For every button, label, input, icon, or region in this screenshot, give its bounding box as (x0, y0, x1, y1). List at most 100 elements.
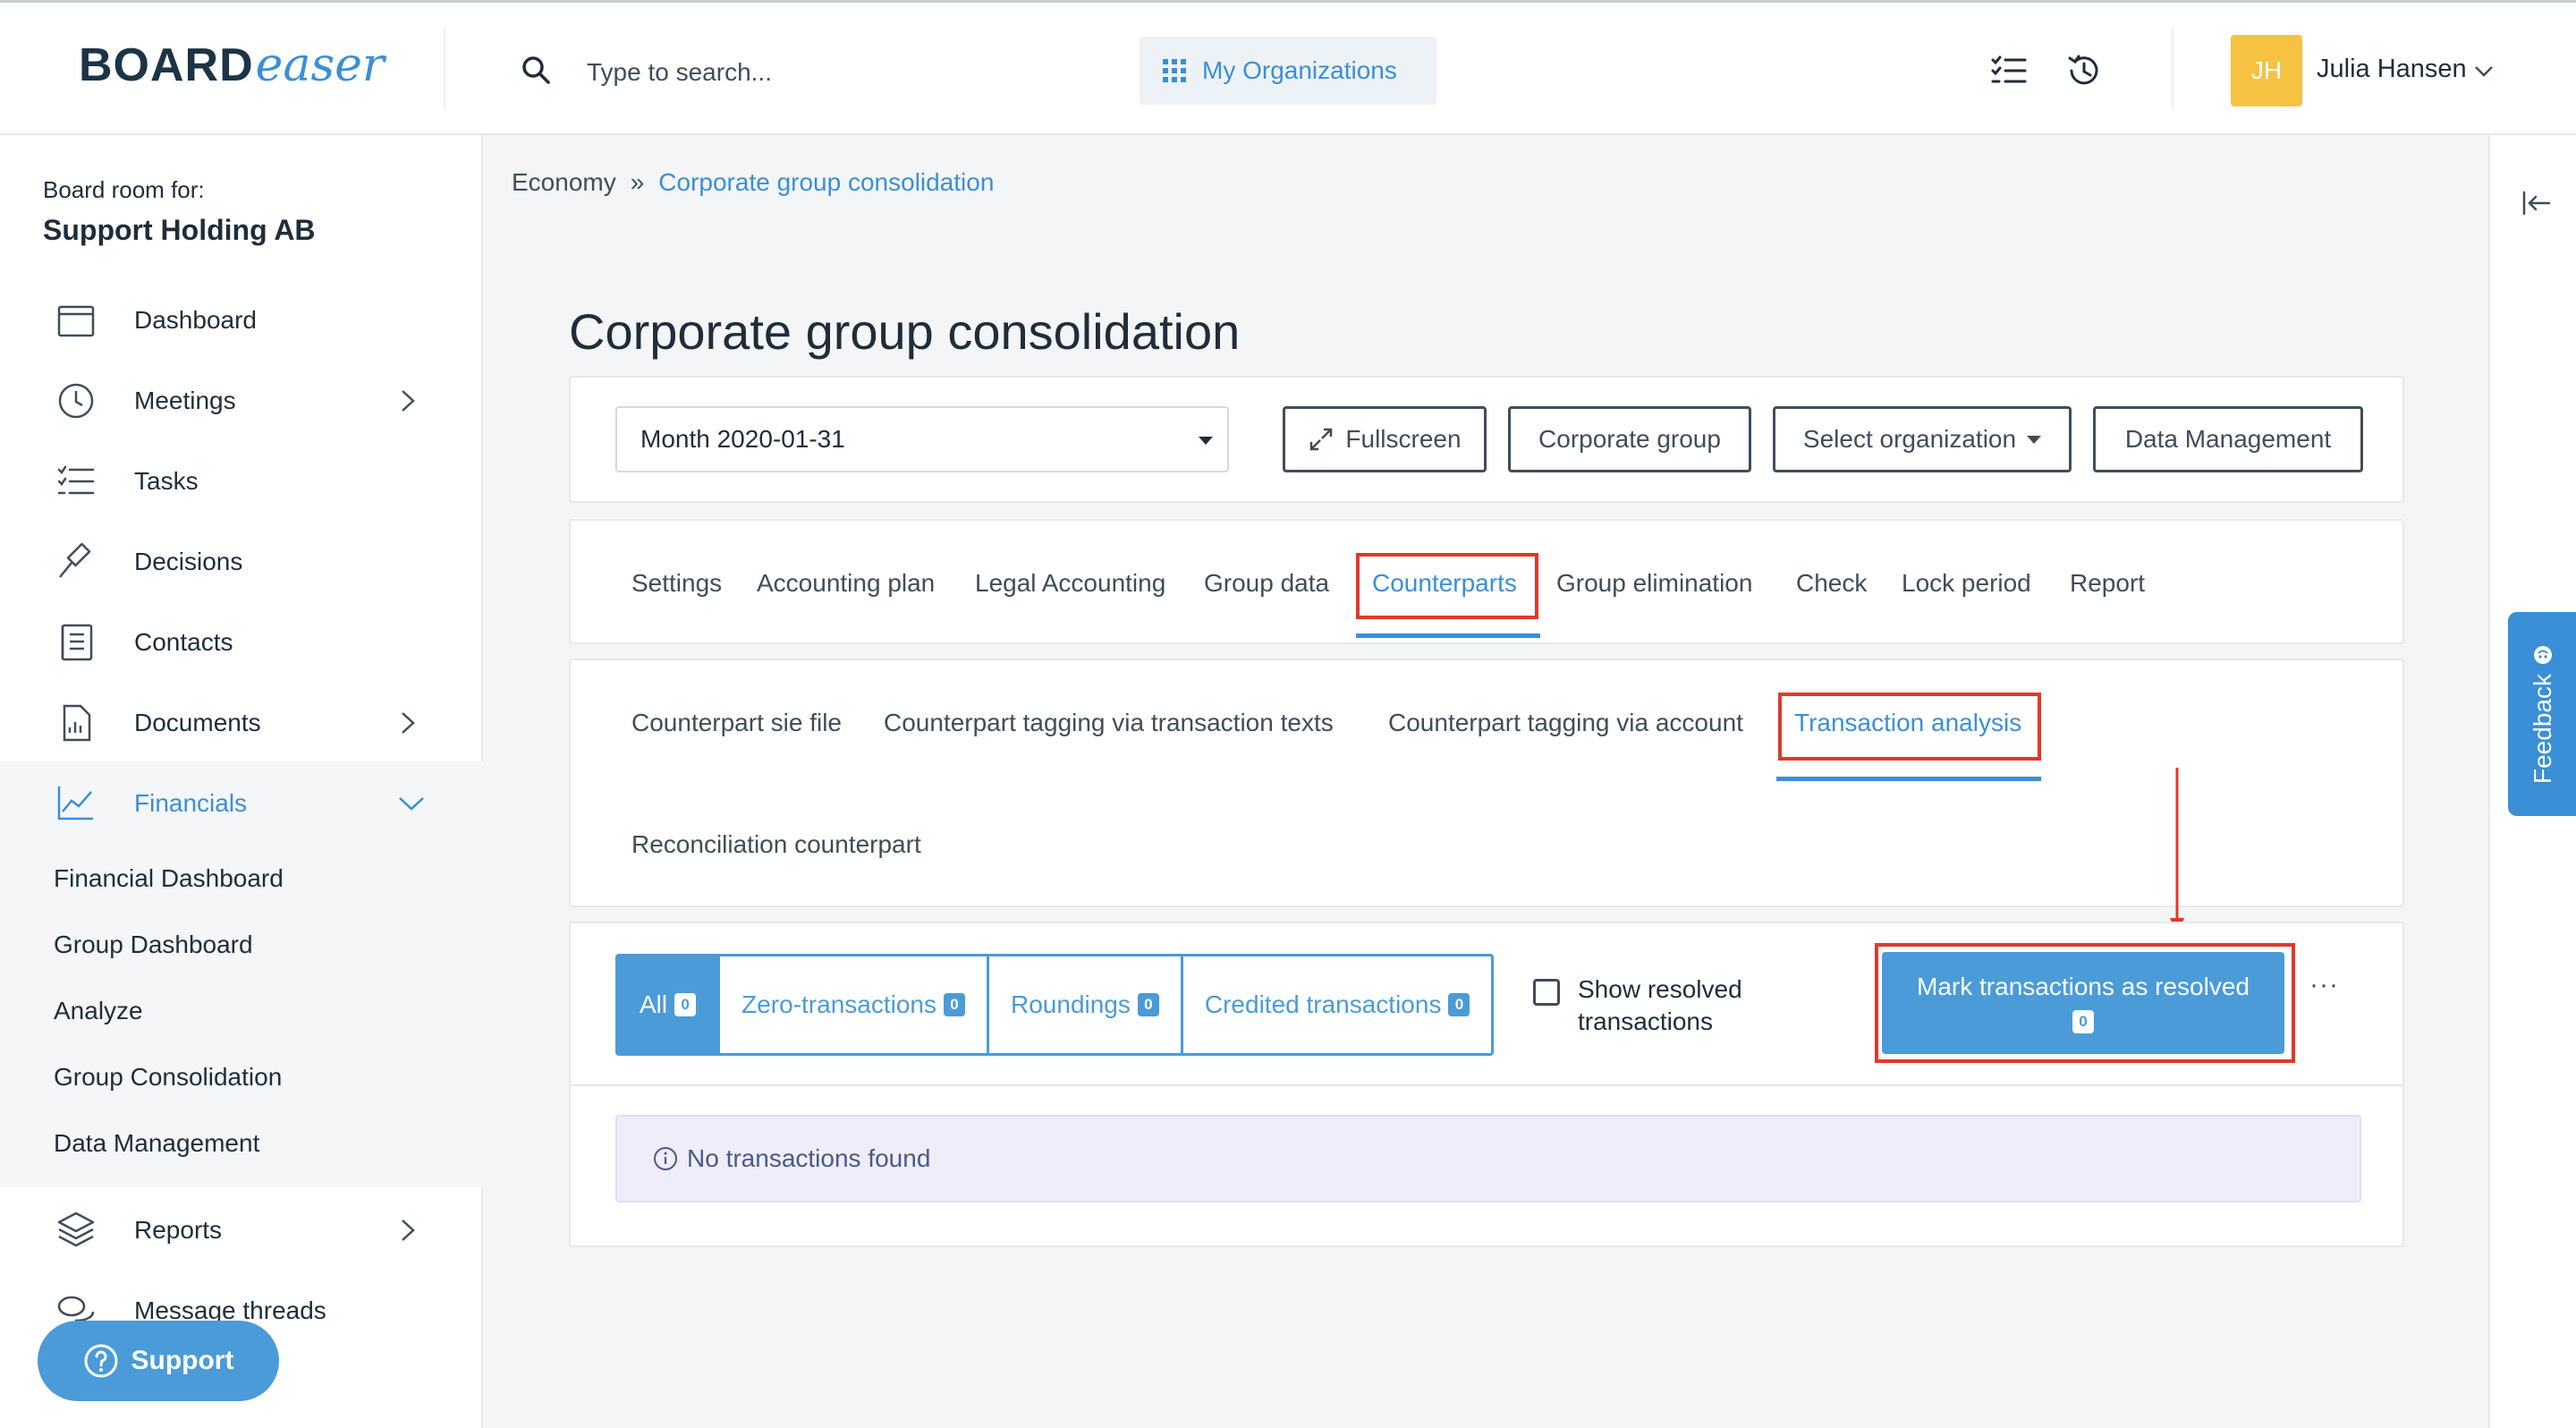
chevron-right-icon[interactable] (397, 710, 419, 736)
tab-lock-period[interactable]: Lock period (1902, 569, 2031, 598)
empty-state-message: No transactions found (687, 1144, 931, 1172)
subtab-counterpart-sie-file[interactable]: Counterpart sie file (631, 709, 842, 737)
sidebar-item-label: Tasks (134, 467, 199, 495)
tab-settings[interactable]: Settings (631, 569, 722, 598)
tab-report[interactable]: Report (2070, 569, 2145, 598)
subtab-tagging-via-texts[interactable]: Counterpart tagging via transaction text… (884, 709, 1334, 737)
user-name[interactable]: Julia Hansen (2317, 55, 2467, 84)
sidebar-item-label: Meetings (134, 387, 236, 414)
toolbar-card: Month 2020-01-31 Fullscreen Corporate gr… (569, 376, 2404, 503)
chevron-down-icon[interactable] (397, 795, 426, 812)
calendar-icon (57, 305, 95, 337)
history-icon[interactable] (2063, 49, 2106, 92)
sidebar-item-label: Financials (134, 789, 248, 817)
breadcrumb-separator: » (630, 168, 645, 196)
filter-label: Roundings (1011, 990, 1131, 1018)
data-management-button[interactable]: Data Management (2093, 406, 2363, 472)
filter-zero-transactions[interactable]: Zero-transactions 0 (720, 956, 989, 1053)
mark-resolved-button[interactable]: Mark transactions as resolved 0 (1882, 952, 2284, 1054)
count-badge: 0 (944, 993, 965, 1016)
search-input[interactable] (587, 47, 1088, 98)
filter-label: Credited transactions (1204, 990, 1442, 1018)
avatar[interactable]: JH (2231, 35, 2302, 106)
boardeaser-logo[interactable]: BOARD easer (79, 38, 385, 101)
submenu-group-consolidation[interactable]: Group Consolidation (54, 1063, 282, 1092)
select-organization-button[interactable]: Select organization (1773, 406, 2072, 472)
tab-group-data[interactable]: Group data (1204, 569, 1329, 598)
feedback-tab[interactable]: Feedback (2508, 612, 2576, 816)
filter-label: All (640, 990, 668, 1018)
sidebar-item-label: Contacts (134, 628, 233, 656)
count-badge: 0 (674, 993, 697, 1016)
breadcrumb: Economy » Corporate group consolidation (512, 168, 994, 197)
fullscreen-button[interactable]: Fullscreen (1283, 406, 1487, 472)
sidebar-item-reports[interactable]: Reports (0, 1190, 483, 1271)
subtab-reconciliation-counterpart[interactable]: Reconciliation counterpart (631, 830, 921, 859)
filter-all[interactable]: All 0 (618, 956, 721, 1053)
chevron-right-icon[interactable] (397, 1217, 419, 1244)
collapse-panel-icon[interactable] (2521, 187, 2553, 219)
breadcrumb-economy[interactable]: Economy (512, 168, 616, 197)
board-room-caption: Board room for: (43, 176, 205, 203)
feedback-text: Feedback (2529, 639, 2556, 789)
tab-legal-accounting[interactable]: Legal Accounting (975, 569, 1165, 598)
subtab-tagging-via-account[interactable]: Counterpart tagging via account (1388, 709, 1743, 737)
gavel-icon (59, 542, 91, 578)
sidebar-item-label: Documents (134, 709, 261, 736)
chevron-right-icon[interactable] (397, 387, 419, 414)
active-tab-indicator (1356, 633, 1540, 638)
more-options-button[interactable]: ··· (2309, 970, 2339, 1000)
organization-name: Support Holding AB (43, 214, 316, 246)
sidebar-item-meetings[interactable]: Meetings (0, 361, 483, 441)
tab-counterparts[interactable]: Counterparts (1372, 569, 1517, 598)
month-select[interactable]: Month 2020-01-31 (615, 406, 1229, 472)
logo-board-text: BOARD (79, 39, 254, 91)
caret-down-icon (2027, 435, 2042, 444)
submenu-financial-dashboard[interactable]: Financial Dashboard (54, 864, 284, 893)
checklist-icon (57, 465, 95, 495)
sidebar-item-financials[interactable]: Financials (0, 763, 483, 844)
submenu-group-dashboard[interactable]: Group Dashboard (54, 931, 253, 959)
sub-tabs-card: Counterpart sie file Counterpart tagging… (569, 659, 2404, 907)
sidebar-item-decisions[interactable]: Decisions (0, 522, 483, 602)
select-organization-label: Select organization (1802, 425, 2017, 453)
search-icon[interactable] (519, 53, 555, 89)
layers-icon (57, 1211, 95, 1247)
tab-check[interactable]: Check (1796, 569, 1867, 598)
logo-easer-text: easer (255, 38, 385, 92)
avatar-initials: JH (2250, 56, 2283, 84)
grid-icon (1163, 59, 1186, 82)
sidebar-item-dashboard[interactable]: Dashboard (0, 280, 483, 361)
caret-down-icon (1199, 437, 1213, 445)
address-book-icon (61, 624, 93, 661)
main-tabs-card: Settings Accounting plan Legal Accountin… (569, 519, 2404, 644)
support-button[interactable]: Support (38, 1321, 279, 1401)
sidebar-item-label: Dashboard (134, 306, 257, 334)
subtab-transaction-analysis[interactable]: Transaction analysis (1794, 709, 2021, 737)
filter-label: Zero-transactions (741, 990, 936, 1018)
count-badge: 0 (1448, 993, 1470, 1016)
chevron-down-icon[interactable] (2472, 60, 2496, 81)
sidebar-item-label: Decisions (134, 548, 243, 575)
my-organizations-button[interactable]: My Organizations (1140, 37, 1436, 105)
corporate-group-button[interactable]: Corporate group (1508, 406, 1751, 472)
sidebar-item-documents[interactable]: Documents (0, 683, 483, 763)
sidebar-item-tasks[interactable]: Tasks (0, 441, 483, 522)
submenu-data-management[interactable]: Data Management (54, 1129, 259, 1158)
show-resolved-label: Show resolved transactions (1578, 975, 1742, 1035)
corporate-group-label: Corporate group (1538, 425, 1721, 453)
count-badge: 0 (2072, 1010, 2094, 1033)
filter-roundings[interactable]: Roundings 0 (989, 956, 1183, 1053)
active-subtab-indicator (1776, 777, 2041, 781)
breadcrumb-current[interactable]: Corporate group consolidation (658, 168, 994, 197)
task-list-icon[interactable] (1987, 49, 2030, 92)
filter-credited-transactions[interactable]: Credited transactions 0 (1183, 956, 1492, 1053)
month-select-value: Month 2020-01-31 (640, 425, 845, 453)
sidebar-item-contacts[interactable]: Contacts (0, 602, 483, 683)
tab-accounting-plan[interactable]: Accounting plan (757, 569, 935, 598)
submenu-analyze[interactable]: Analyze (54, 997, 143, 1025)
fullscreen-label: Fullscreen (1345, 425, 1462, 453)
show-resolved-checkbox[interactable] (1533, 979, 1560, 1006)
feedback-label: Feedback (2529, 674, 2556, 785)
tab-group-elimination[interactable]: Group elimination (1556, 569, 1752, 598)
